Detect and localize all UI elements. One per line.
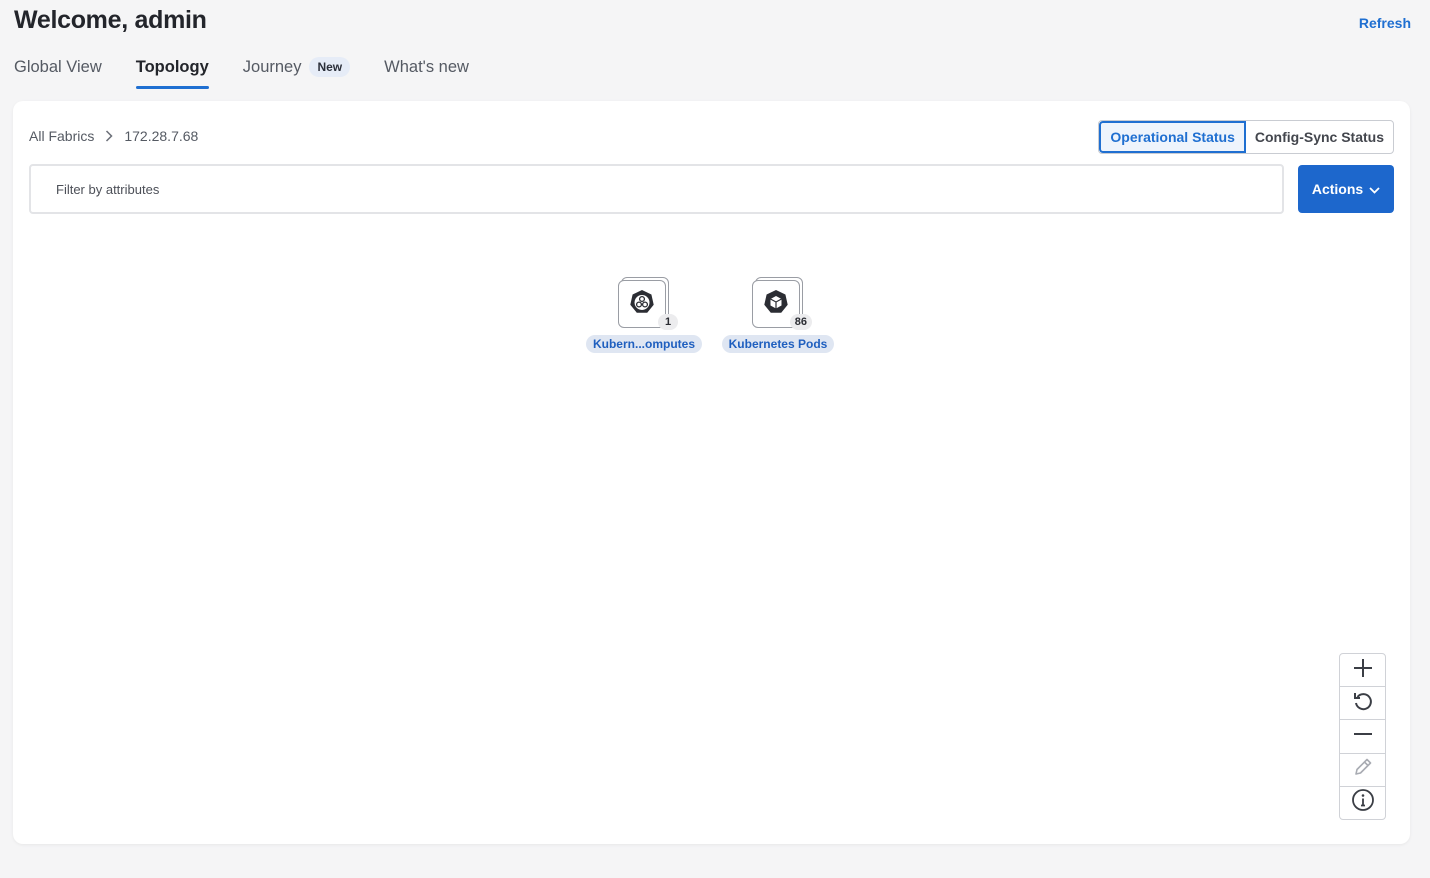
chevron-right-icon: [105, 130, 113, 142]
breadcrumb-all-fabrics[interactable]: All Fabrics: [29, 128, 94, 144]
topology-node-kubernetes-computes[interactable]: 1 Kubern...omputes: [574, 277, 714, 353]
kubernetes-compute-icon: [628, 288, 656, 321]
filter-field[interactable]: [29, 164, 1284, 214]
node-icon-box: 86: [752, 277, 812, 330]
pencil-icon: [1352, 756, 1374, 783]
breadcrumb: All Fabrics 172.28.7.68: [29, 128, 198, 144]
filter-input[interactable]: [56, 181, 1282, 197]
reset-icon: [1352, 690, 1374, 717]
tab-label: What's new: [384, 58, 469, 76]
tab-journey[interactable]: Journey New: [242, 57, 351, 89]
operational-status-button[interactable]: Operational Status: [1099, 121, 1246, 153]
node-count-badge: 86: [789, 314, 812, 330]
reset-view-button[interactable]: [1340, 687, 1385, 721]
new-badge: New: [309, 57, 351, 77]
actions-button[interactable]: Actions: [1298, 165, 1394, 213]
refresh-link[interactable]: Refresh: [1359, 15, 1411, 31]
node-label: Kubernetes Pods: [721, 335, 835, 353]
plus-icon: [1352, 657, 1374, 684]
info-button[interactable]: [1340, 787, 1385, 819]
kubernetes-pod-icon: [762, 288, 790, 321]
zoom-controls: [1339, 653, 1386, 820]
info-icon: [1351, 788, 1375, 817]
minus-icon: [1352, 723, 1374, 750]
breadcrumb-current: 172.28.7.68: [124, 128, 199, 144]
actions-label: Actions: [1311, 181, 1364, 197]
status-toggle: Operational Status Config-Sync Status: [1098, 120, 1394, 154]
node-count-badge: 1: [658, 314, 678, 330]
config-sync-status-button[interactable]: Config-Sync Status: [1246, 121, 1393, 153]
chevron-down-icon: [1369, 181, 1380, 197]
tab-label: Topology: [135, 58, 209, 76]
node-icon-box: 1: [618, 277, 678, 330]
page-title: Welcome, admin: [14, 6, 207, 34]
tab-bar: Global View Topology Journey New What's …: [14, 57, 503, 90]
tab-topology[interactable]: Topology: [135, 58, 209, 89]
tab-global-view[interactable]: Global View: [14, 58, 102, 89]
edit-button[interactable]: [1340, 754, 1385, 787]
topology-panel: All Fabrics 172.28.7.68 Operational Stat…: [13, 101, 1410, 844]
zoom-in-button[interactable]: [1340, 654, 1385, 688]
tab-whats-new[interactable]: What's new: [384, 58, 469, 89]
tab-label: Journey: [242, 58, 302, 76]
zoom-out-button[interactable]: [1340, 720, 1385, 754]
tab-label: Global View: [14, 58, 102, 76]
node-label: Kubern...omputes: [585, 335, 702, 353]
topology-node-kubernetes-pods[interactable]: 86 Kubernetes Pods: [708, 277, 848, 353]
